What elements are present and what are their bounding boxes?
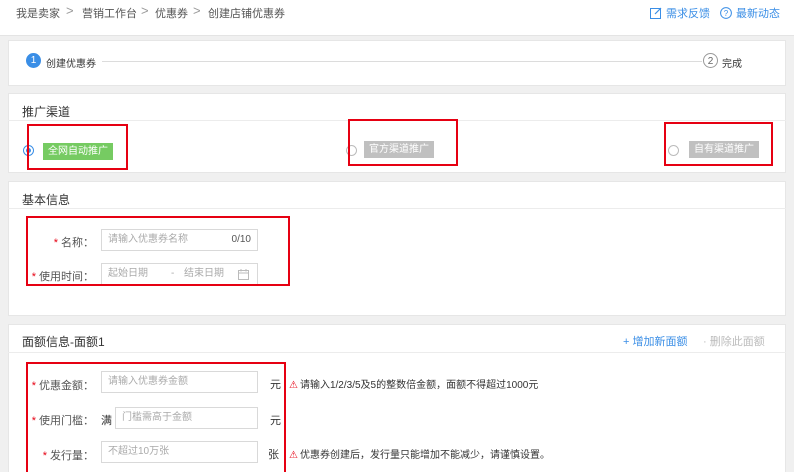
channel-tag-official[interactable]: 官方渠道推广 xyxy=(364,141,434,158)
breadcrumb-item-current: 创建店铺优惠券 xyxy=(208,8,285,20)
threshold-input[interactable]: 门槛需高于金额 xyxy=(115,407,258,429)
quantity-label: * 发行量： xyxy=(42,450,94,462)
time-label: * 使用时间： xyxy=(31,271,94,283)
divider xyxy=(8,120,786,121)
quantity-input[interactable]: 不超过10万张 xyxy=(101,441,258,463)
coupon-amount-input[interactable]: 请输入优惠券金额 xyxy=(101,371,258,393)
delete-face-value-button[interactable]: · 删除此面额 xyxy=(703,333,765,349)
calendar-icon xyxy=(238,269,249,280)
breadcrumb-item-seller[interactable]: 我是卖家 xyxy=(16,5,60,21)
help-icon: ? xyxy=(720,7,732,19)
steps-progress-line xyxy=(102,61,702,62)
channel-radio-own[interactable] xyxy=(668,145,679,156)
name-char-count: 0/10 xyxy=(231,234,251,245)
breadcrumb-separator: > xyxy=(66,3,74,18)
amount-tip: ⚠ 请输入1/2/3/5及5的整数倍金额，面额不得超过1000元 xyxy=(289,380,539,391)
channel-radio-official[interactable] xyxy=(346,145,357,156)
start-date-placeholder: 起始日期 xyxy=(108,268,148,279)
quantity-tip: ⚠ 优惠券创建后，发行量只能增加不能减少，请谨慎设置。 xyxy=(289,450,550,461)
breadcrumb-item-marketing[interactable]: 营销工作台 xyxy=(82,5,137,21)
date-range-input[interactable]: 起始日期 - 结束日期 xyxy=(101,263,258,285)
threshold-prefix: 满 xyxy=(101,415,112,427)
step-2-indicator: 2 xyxy=(703,53,718,68)
breadcrumb-separator: > xyxy=(141,3,149,18)
basic-info-title: 基本信息 xyxy=(22,193,71,207)
feedback-link[interactable]: 需求反馈 xyxy=(650,5,710,21)
name-placeholder: 请输入优惠券名称 xyxy=(108,234,188,245)
warning-icon: ⚠ xyxy=(289,450,298,461)
add-face-value-button[interactable]: + 增加新面额 xyxy=(623,333,687,349)
news-link[interactable]: ? 最新动态 xyxy=(720,5,780,21)
channel-tag-own[interactable]: 自有渠道推广 xyxy=(689,141,759,158)
edit-icon xyxy=(650,7,662,19)
threshold-placeholder: 门槛需高于金额 xyxy=(122,412,192,423)
step-2-label: 完成 xyxy=(722,59,742,70)
warning-icon: ⚠ xyxy=(289,380,298,391)
steps-card xyxy=(8,40,786,86)
threshold-label: * 使用门槛： xyxy=(31,415,94,427)
name-label: * 名称： xyxy=(53,237,94,249)
channel-tag-auto[interactable]: 全网自动推广 xyxy=(43,143,113,160)
step-1-indicator: 1 xyxy=(26,53,41,68)
divider xyxy=(8,208,786,209)
face-value-title: 面额信息-面额1 xyxy=(22,335,105,349)
amount-unit: 元 xyxy=(270,379,281,391)
date-dash: - xyxy=(171,268,175,279)
threshold-unit: 元 xyxy=(270,415,281,427)
news-label: 最新动态 xyxy=(736,8,780,20)
amount-placeholder: 请输入优惠券金额 xyxy=(108,376,188,387)
step-1-label: 创建优惠券 xyxy=(46,59,96,70)
amount-label: * 优惠金额： xyxy=(31,380,94,392)
channel-radio-auto[interactable] xyxy=(23,145,34,156)
quantity-placeholder: 不超过10万张 xyxy=(108,446,170,457)
feedback-label: 需求反馈 xyxy=(666,8,710,20)
channel-card xyxy=(8,93,786,173)
divider xyxy=(8,352,786,353)
breadcrumb-separator: > xyxy=(193,3,201,18)
quantity-unit: 张 xyxy=(268,449,279,461)
breadcrumb-item-coupon[interactable]: 优惠券 xyxy=(155,5,188,21)
channel-title: 推广渠道 xyxy=(22,105,71,119)
svg-text:?: ? xyxy=(724,9,729,18)
coupon-name-input[interactable]: 请输入优惠券名称 0/10 xyxy=(101,229,258,251)
end-date-placeholder: 结束日期 xyxy=(184,268,224,279)
